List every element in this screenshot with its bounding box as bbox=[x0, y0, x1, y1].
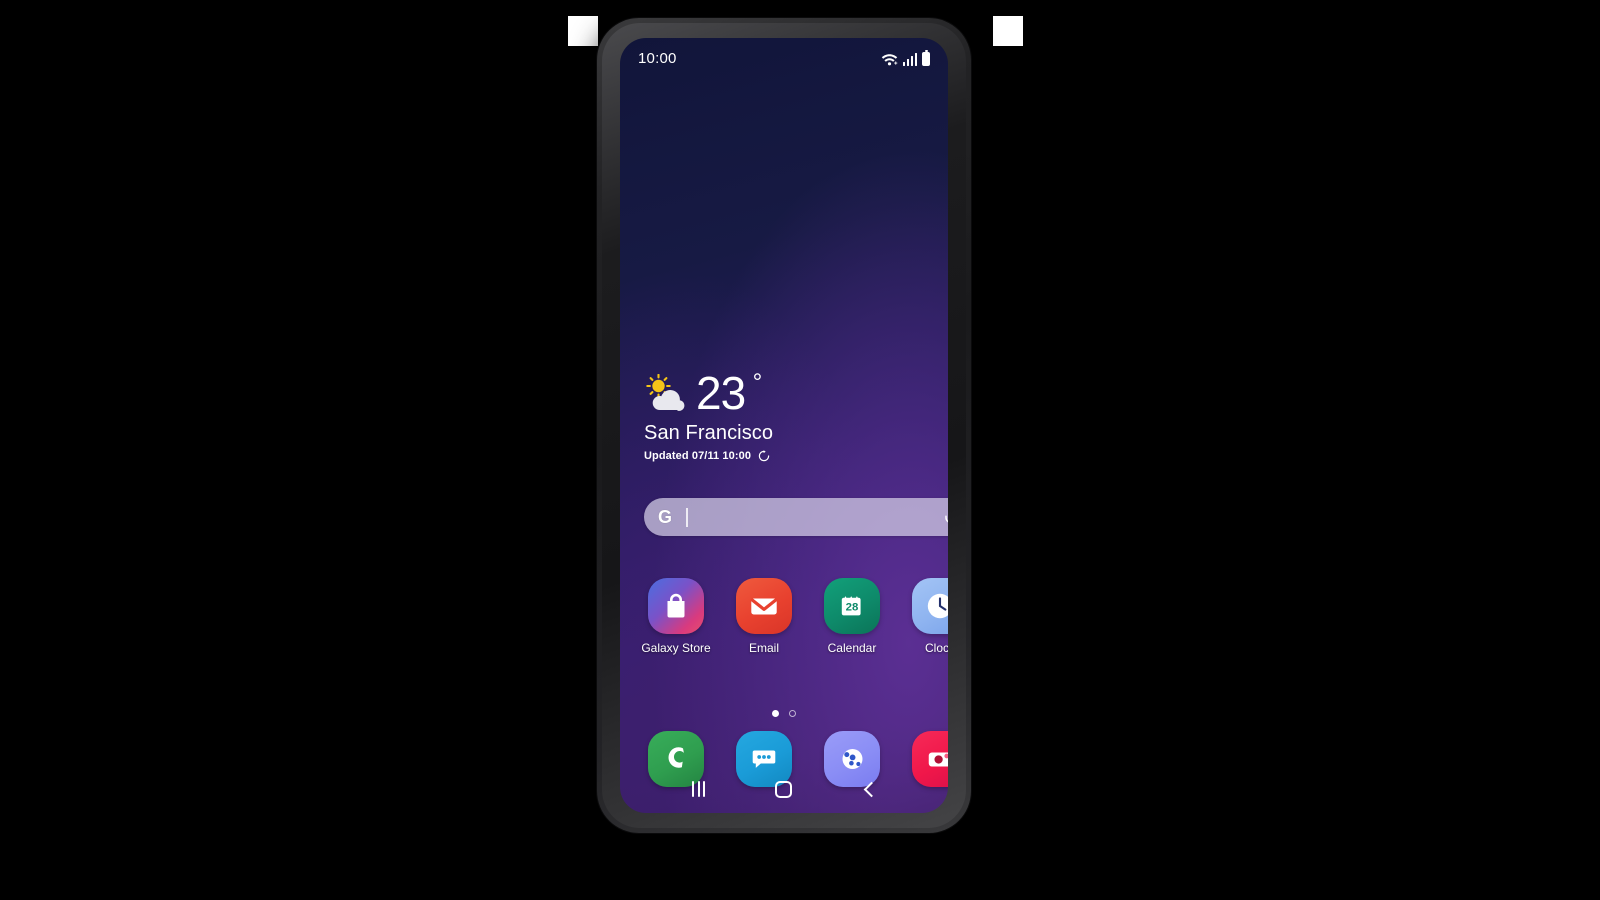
degree-symbol: ° bbox=[752, 369, 763, 396]
app-grid: Galaxy Store Email 28 Calendar Cloc bbox=[632, 578, 948, 656]
google-g-icon: G bbox=[657, 507, 672, 527]
phone-screen-home-screen[interactable]: 10:00 23 ° San Francisco Updated 07/11 1… bbox=[620, 38, 948, 813]
shopping-bag-icon bbox=[667, 593, 685, 618]
navigation-bar bbox=[620, 765, 948, 813]
sun-behind-cloud-icon bbox=[644, 373, 690, 412]
weather-main-row: 23 ° bbox=[644, 370, 773, 416]
app-label-calendar: Calendar bbox=[827, 641, 877, 655]
app-calendar[interactable]: 28 Calendar bbox=[808, 578, 896, 656]
page-dot-inactive[interactable] bbox=[789, 710, 796, 717]
cellular-signal-icon bbox=[902, 53, 917, 66]
app-label-clock: Clock bbox=[924, 641, 948, 655]
weather-city-name: San Francisco bbox=[644, 422, 774, 444]
weather-widget[interactable]: 23 ° San Francisco Updated 07/11 10:00 bbox=[644, 370, 773, 462]
page-dot-active[interactable] bbox=[772, 710, 779, 717]
status-bar-clock: 10:00 bbox=[638, 49, 677, 67]
envelope-icon bbox=[750, 598, 778, 615]
calendar-icon[interactable]: 28 bbox=[824, 578, 880, 634]
battery-icon bbox=[922, 49, 930, 66]
search-input[interactable] bbox=[687, 498, 943, 536]
phone-device-frame: 10:00 23 ° San Francisco Updated 07/11 1… bbox=[597, 18, 971, 833]
home-icon bbox=[775, 780, 793, 798]
status-bar: 10:00 bbox=[620, 38, 948, 78]
nav-home-button[interactable] bbox=[764, 769, 804, 809]
clock-icon[interactable] bbox=[912, 578, 948, 634]
calendar-glyph-icon: 28 bbox=[841, 596, 861, 616]
app-email[interactable]: Email bbox=[720, 578, 808, 656]
crop-artifact-right bbox=[993, 16, 1023, 46]
nav-recents-button[interactable] bbox=[679, 769, 719, 809]
clock-face-icon bbox=[927, 593, 948, 619]
microphone-icon[interactable] bbox=[943, 507, 948, 527]
page-indicator[interactable] bbox=[620, 710, 948, 717]
status-bar-icons bbox=[881, 49, 930, 66]
weather-temperature: 23 ° bbox=[696, 367, 763, 419]
email-icon[interactable] bbox=[736, 578, 792, 634]
weather-updated-text: Updated 07/11 10:00 bbox=[644, 450, 752, 462]
back-chevron-icon bbox=[863, 781, 880, 797]
refresh-icon[interactable] bbox=[758, 450, 770, 462]
galaxy-store-icon[interactable] bbox=[648, 578, 704, 634]
google-search-bar[interactable]: G bbox=[644, 498, 948, 536]
recents-icon bbox=[692, 781, 706, 797]
svg-text:28: 28 bbox=[846, 602, 859, 614]
app-label-galaxy-store: Galaxy Store bbox=[641, 641, 711, 655]
app-label-email: Email bbox=[748, 641, 779, 655]
wifi-icon bbox=[881, 54, 897, 66]
screenshot-canvas: 10:00 23 ° San Francisco Updated 07/11 1… bbox=[0, 0, 1600, 900]
crop-artifact-left bbox=[568, 16, 598, 46]
weather-updated-row: Updated 07/11 10:00 bbox=[644, 450, 773, 462]
app-galaxy-store[interactable]: Galaxy Store bbox=[632, 578, 720, 656]
app-clock[interactable]: Clock bbox=[896, 578, 948, 656]
nav-back-button[interactable] bbox=[849, 769, 889, 809]
